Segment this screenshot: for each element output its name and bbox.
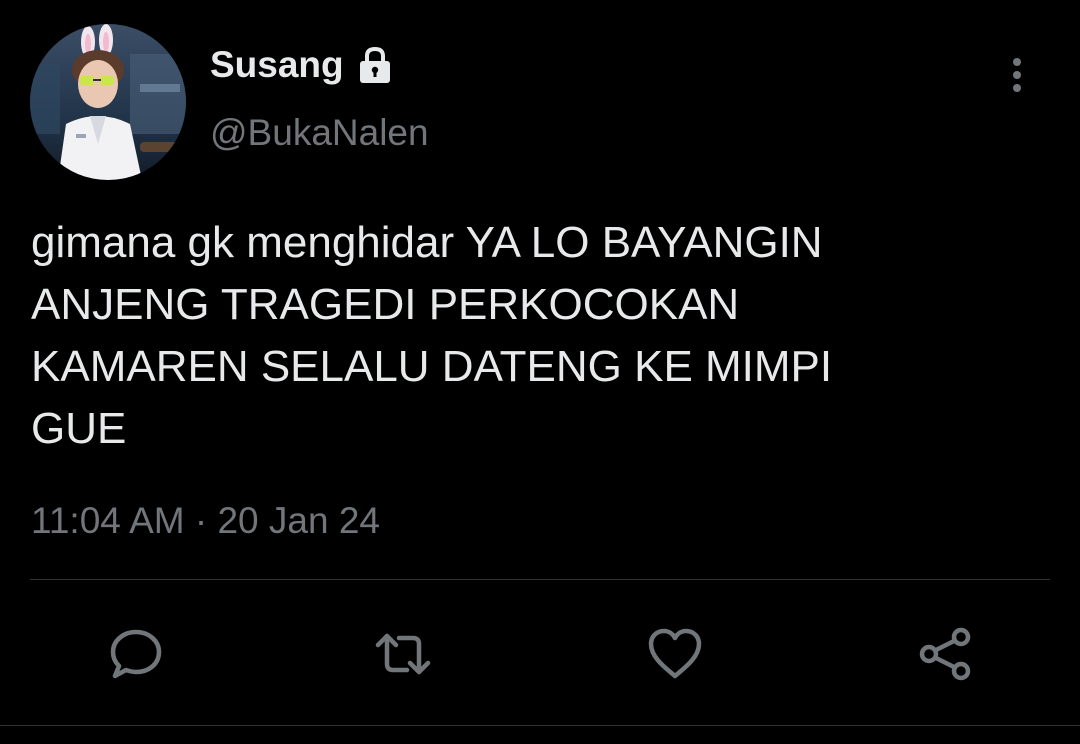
retweet-icon (375, 633, 431, 675)
share-button[interactable] (915, 624, 975, 684)
tweet-timestamp[interactable]: 11:04 AM · 20 Jan 24 (31, 500, 380, 542)
divider (30, 579, 1050, 580)
display-name[interactable]: Susang (210, 44, 344, 86)
tweet-text: gimana gk menghidar YA LO BAYANGIN ANJEN… (31, 218, 833, 453)
reply-icon (110, 629, 162, 679)
avatar-image (30, 24, 186, 180)
user-handle[interactable]: @BukaNalen (210, 112, 429, 154)
like-button[interactable] (645, 624, 705, 684)
reply-button[interactable] (106, 624, 166, 684)
like-icon (648, 628, 702, 679)
display-name-row[interactable]: Susang (210, 44, 396, 86)
lock-icon (354, 45, 396, 85)
avatar[interactable] (30, 24, 186, 180)
share-icon (919, 627, 971, 681)
more-vertical-icon[interactable] (996, 54, 1038, 96)
divider (0, 725, 1080, 726)
retweet-button[interactable] (373, 624, 433, 684)
